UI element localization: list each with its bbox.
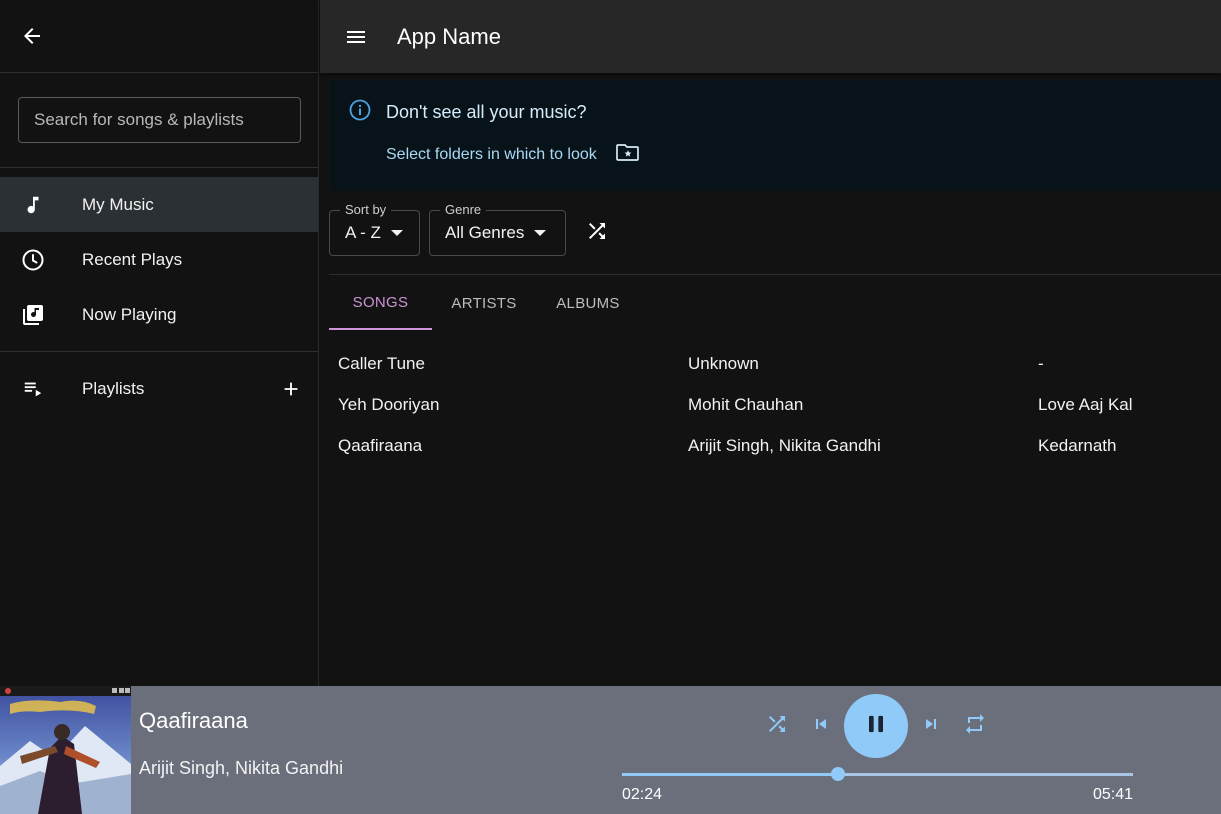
tab-artists[interactable]: ARTISTS [432,276,536,330]
total-time: 05:41 [1093,786,1134,803]
sort-by-label: Sort by [340,202,392,217]
progress-thumb[interactable] [830,767,845,781]
sort-by-value: A - Z [345,223,381,242]
sidebar-item-label: Now Playing [82,304,177,324]
sidebar-item-label: Recent Plays [82,249,183,269]
search-container [0,73,318,168]
progress-fill [622,773,838,776]
now-playing-artist: Arijit Singh, Nikita Gandhi [139,758,344,778]
clock-icon [20,247,46,273]
song-artist: Arijit Singh, Nikita Gandhi [688,435,881,455]
song-title: Yeh Dooriyan [338,394,440,414]
sidebar-item-recent-plays[interactable]: Recent Plays [0,232,318,287]
song-album: - [1038,353,1044,373]
shuffle-all-button[interactable] [577,210,617,256]
sidebar-item-now-playing[interactable]: Now Playing [0,287,318,342]
song-album: Kedarnath [1038,435,1117,455]
app-title: App Name [397,23,501,49]
genre-value: All Genres [445,223,525,242]
music-note-icon [20,192,46,218]
shuffle-button[interactable] [760,709,794,743]
now-playing-title: Qaafiraana [139,708,248,733]
divider [329,274,1221,275]
playback-controls [760,694,992,758]
shuffle-icon [585,219,609,248]
song-row[interactable]: Yeh Dooriyan Mohit Chauhan Love Aaj Kal [338,384,1221,425]
pause-icon [862,710,890,743]
song-artist: Mohit Chauhan [688,394,804,414]
sidebar-header [0,0,318,73]
song-row[interactable]: Caller Tune Unknown - [338,343,1221,384]
song-title: Qaafiraana [338,435,423,455]
previous-button[interactable] [804,709,838,743]
song-artist: Unknown [688,353,759,373]
repeat-icon [963,712,987,741]
sort-by-select[interactable]: Sort by A - Z [329,202,420,256]
sidebar-item-my-music[interactable]: My Music [0,177,318,232]
next-button[interactable] [914,709,948,743]
skip-next-icon [921,714,941,739]
playlists-section[interactable]: Playlists [0,352,318,426]
back-arrow-icon[interactable] [20,24,44,48]
banner-message: Don't see all your music? [386,102,587,122]
song-row[interactable]: Qaafiraana Arijit Singh, Nikita Gandhi K… [338,425,1221,466]
chevron-down-icon [390,224,403,242]
filters-bar: Sort by A - Z Genre All Genres [329,202,617,256]
info-icon [348,98,372,127]
app-bar: App Name [320,0,1221,73]
search-input[interactable] [18,97,301,143]
elapsed-time: 02:24 [622,786,663,803]
tab-albums[interactable]: ALBUMS [536,276,640,330]
queue-music-icon [20,302,46,328]
playlist-icon [20,376,46,402]
menu-icon[interactable] [344,25,368,49]
song-album: Love Aaj Kal [1038,394,1133,414]
chevron-down-icon [534,224,547,242]
genre-label: Genre [440,202,487,217]
shuffle-icon [765,712,789,741]
song-title: Caller Tune [338,353,425,373]
sidebar-item-label: My Music [82,194,154,214]
sidebar-nav: My Music Recent Plays Now Playing [0,168,318,352]
folder-special-icon[interactable] [615,140,641,169]
info-banner: Don't see all your music? Select folders… [330,80,1221,191]
library-tabs: SONGS ARTISTS ALBUMS [329,276,640,330]
playlists-label: Playlists [82,379,145,398]
tab-songs[interactable]: SONGS [329,276,432,330]
sidebar: My Music Recent Plays Now Playing Playli… [0,0,319,686]
progress-slider[interactable] [622,767,1133,781]
skip-previous-icon [811,714,831,739]
genre-select[interactable]: Genre All Genres [429,202,566,256]
player-bar: Qaafiraana Arijit Singh, Nikita Gandhi 0… [0,686,1221,814]
pause-button[interactable] [844,694,908,758]
repeat-button[interactable] [958,709,992,743]
song-list: Caller Tune Unknown - Yeh Dooriyan Mohit… [338,343,1221,466]
add-playlist-icon[interactable] [280,378,302,400]
select-folders-link[interactable]: Select folders in which to look [386,146,597,164]
album-art [0,686,131,814]
